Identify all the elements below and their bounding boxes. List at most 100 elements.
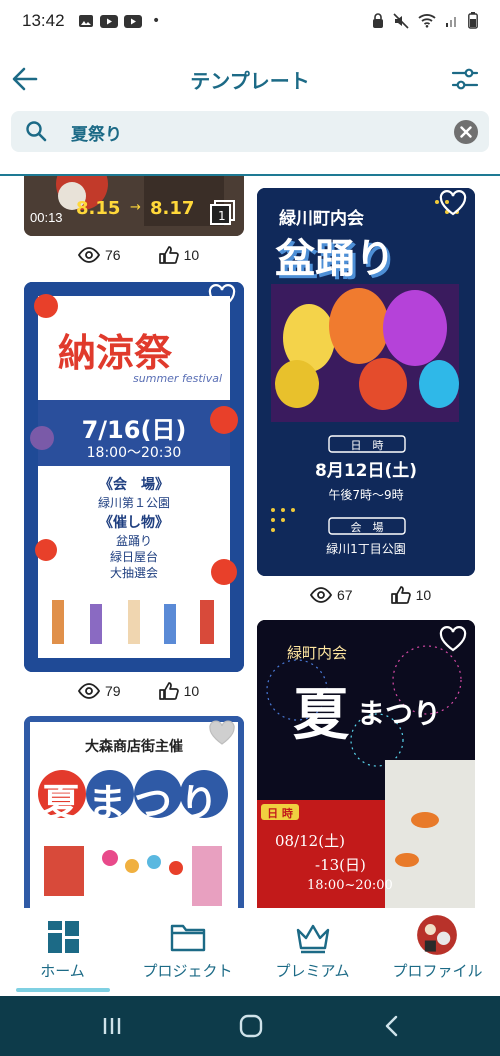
- home-button[interactable]: [238, 1013, 264, 1039]
- template-card[interactable]: 緑町内会 夏 まつり 日 時 08/12(土) -13(日) 18:00~20:…: [257, 620, 475, 908]
- card-title-small: まつり: [357, 697, 442, 730]
- likes-stat: 10: [158, 246, 200, 264]
- page-title: テンプレート: [190, 69, 310, 93]
- event-date: 08/12(土): [275, 832, 345, 850]
- card-title: 夏まつり: [42, 781, 227, 825]
- likes-stat: 10: [158, 682, 200, 700]
- wifi-icon: [418, 14, 436, 28]
- event-item: 盆踊り: [115, 534, 152, 548]
- template-stats: 76 10: [78, 246, 199, 264]
- events-label: 《催し物》: [99, 515, 169, 531]
- nav-active-indicator: [16, 988, 110, 992]
- heart-icon[interactable]: [208, 720, 236, 746]
- status-bar: 13:42 •: [0, 0, 500, 44]
- crown-icon: [296, 924, 330, 954]
- nav-projects-label: プロジェクト: [142, 962, 233, 980]
- back-nav-button[interactable]: [382, 1014, 402, 1038]
- views-count: 67: [337, 587, 353, 603]
- template-stats: 79 10: [78, 682, 199, 700]
- home-grid-icon: [48, 921, 79, 953]
- template-card[interactable]: 大森商店街主催 夏まつり: [24, 716, 244, 908]
- search-input[interactable]: 夏祭り: [71, 120, 122, 145]
- thumbs-up-icon: [390, 586, 411, 604]
- likes-count: 10: [183, 247, 200, 263]
- template-grid: 00:13 8.15 → 8.17 1 76 10 緑川町内会 盆踊り 日 時 …: [0, 176, 500, 908]
- heart-icon[interactable]: [439, 190, 467, 216]
- close-icon: [454, 120, 478, 144]
- views-count: 76: [105, 247, 121, 263]
- heart-icon[interactable]: [439, 626, 467, 652]
- signal-icon: [446, 17, 456, 27]
- event-item: 大抽選会: [109, 566, 158, 580]
- eye-icon: [310, 587, 332, 603]
- search-icon: [26, 121, 47, 142]
- sliders-icon: [451, 68, 479, 90]
- template-card[interactable]: 00:13 8.15 → 8.17 1: [24, 176, 244, 236]
- card-subtitle: summer festival: [133, 372, 222, 385]
- date-to: 8.17: [150, 198, 195, 219]
- video-duration: 00:13: [30, 210, 63, 225]
- nav-home-label: ホーム: [40, 962, 85, 980]
- folder-icon: [170, 924, 206, 952]
- thumbs-up-icon: [158, 682, 179, 700]
- date-label: 日 時: [267, 807, 293, 820]
- likes-count: 10: [415, 587, 432, 603]
- svg-text:1: 1: [218, 209, 226, 223]
- recent-apps-button[interactable]: [100, 1014, 124, 1038]
- template-stats: 67 10: [310, 586, 431, 604]
- date-label: 日 時: [350, 439, 384, 452]
- nav-home[interactable]: ホーム: [0, 908, 125, 996]
- date-from: 8.15: [76, 198, 121, 219]
- clear-search-button[interactable]: [453, 119, 479, 145]
- avatar: [417, 915, 457, 955]
- views-stat: 79: [78, 683, 121, 699]
- views-count: 79: [105, 683, 121, 699]
- card-title: 盆踊り: [275, 236, 395, 282]
- views-stat: 67: [310, 587, 353, 603]
- thumbs-up-icon: [158, 246, 179, 264]
- template-card[interactable]: 納涼祭 summer festival 7/16(日) 18:00〜20:30 …: [24, 282, 244, 672]
- battery-icon: [468, 12, 478, 29]
- notification-icons: •: [78, 13, 160, 29]
- mute-icon: [393, 12, 409, 29]
- lock-icon: [373, 12, 383, 28]
- system-status-icons: [372, 12, 478, 29]
- views-stat: 76: [78, 247, 121, 263]
- event-time: 18:00〜20:30: [86, 445, 182, 461]
- template-thumbnail: [257, 620, 475, 908]
- heart-icon[interactable]: [208, 284, 236, 310]
- event-date: 7/16(日): [81, 416, 187, 444]
- event-time: 午後7時〜9時: [328, 488, 404, 502]
- app-bar: テンプレート: [0, 50, 500, 108]
- eye-icon: [78, 683, 100, 699]
- pages-icon: 1: [210, 200, 235, 225]
- event-place: 緑川第１公園: [97, 496, 170, 510]
- template-card[interactable]: 緑川町内会 盆踊り 日 時 8月12日(土) 午後7時〜9時 会 場 緑川1丁目…: [257, 188, 475, 576]
- search-bar[interactable]: 夏祭り: [11, 111, 489, 152]
- bottom-navigation: ホーム プロジェクト プレミアム プロファイル: [0, 908, 500, 996]
- nav-premium-label: プレミアム: [275, 962, 350, 980]
- nav-premium[interactable]: プレミアム: [250, 908, 375, 996]
- event-date: 8月12日(土): [314, 461, 418, 481]
- likes-stat: 10: [390, 586, 432, 604]
- event-item: 緑日屋台: [109, 550, 158, 564]
- youtube-icon: [100, 14, 118, 28]
- likes-count: 10: [183, 683, 200, 699]
- event-place: 緑川1丁目公園: [326, 542, 406, 556]
- system-navigation-bar: [0, 996, 500, 1056]
- youtube-icon: [124, 14, 142, 28]
- filter-button[interactable]: [450, 64, 480, 94]
- place-label: 会 場: [350, 521, 384, 534]
- nav-profile-label: プロファイル: [392, 962, 483, 980]
- more-notifications-dot: •: [152, 13, 161, 29]
- card-org: 緑町内会: [287, 644, 348, 662]
- event-date-end: -13(日): [315, 856, 366, 874]
- image-icon: [79, 15, 93, 27]
- event-time: 18:00~20:00: [307, 878, 393, 893]
- status-time: 13:42: [22, 11, 65, 30]
- card-title-big: 夏: [293, 682, 349, 748]
- nav-projects[interactable]: プロジェクト: [125, 908, 250, 996]
- arrow-text: →: [130, 200, 141, 215]
- nav-profile[interactable]: プロファイル: [375, 908, 500, 996]
- card-title: 納涼祭: [58, 331, 173, 375]
